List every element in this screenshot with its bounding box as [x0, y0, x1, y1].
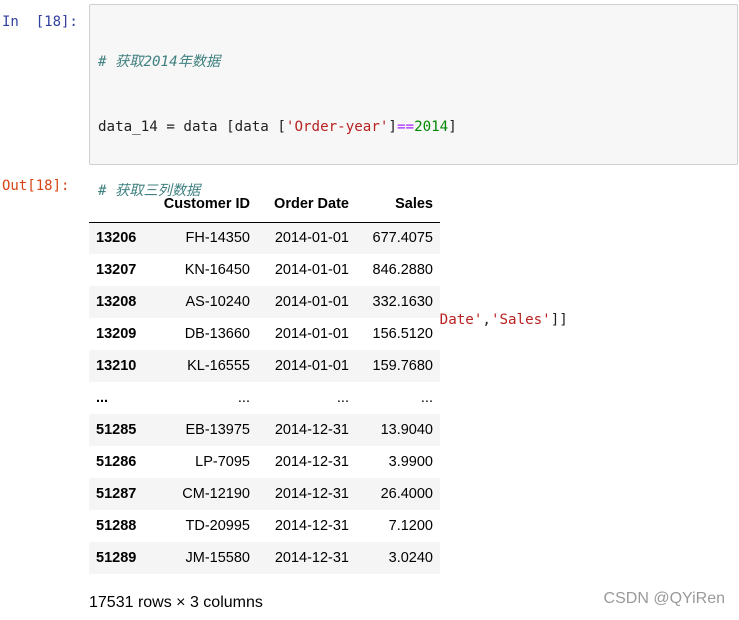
code-comment: # 获取2014年数据	[98, 54, 221, 70]
row-index: 51287	[96, 486, 137, 502]
cell-customer-id: JM-15580	[185, 550, 250, 566]
cell-order-date: 2014-01-01	[274, 262, 349, 278]
code-text: ]	[388, 118, 397, 135]
cell-sales: 677.4075	[372, 230, 433, 247]
cell-sales: 156.5120	[372, 326, 433, 342]
row-index: 51286	[96, 454, 137, 470]
row-index: 13207	[96, 262, 137, 278]
cell-order-date: 2014-01-01	[274, 326, 349, 342]
table-row: 51286 LP-7095 2014-12-31 3.9900	[89, 446, 440, 478]
cell-customer-id: EB-13975	[185, 422, 251, 438]
code-text: ]	[448, 118, 457, 135]
input-prompt: In [18]:	[2, 14, 78, 30]
table-row: ............	[89, 382, 440, 414]
cell-sales: 26.4000	[380, 486, 433, 502]
code-text: ,	[482, 312, 491, 328]
table-header-row: Customer ID Order Date Sales	[89, 186, 440, 223]
cell-sales: 159.7680	[372, 358, 433, 374]
code-cell-input[interactable]: # 获取2014年数据 data_14 = data [data ['Order…	[89, 4, 738, 393]
column-header-order-date: Order Date	[257, 186, 356, 223]
cell-customer-id: LP-7095	[195, 454, 250, 470]
code-number: 2014	[414, 118, 449, 135]
cell-customer-id: DB-13660	[184, 326, 250, 342]
code-text: ]]	[550, 312, 568, 328]
cell-order-date: 2014-01-01	[274, 358, 349, 374]
column-header-customer-id: Customer ID	[146, 186, 257, 223]
index-header	[89, 186, 146, 223]
table-row: 51289 JM-15580 2014-12-31 3.0240	[89, 542, 440, 574]
cell-customer-id: TD-20995	[185, 518, 250, 534]
row-index: 51289	[96, 550, 137, 566]
column-header-sales: Sales	[356, 186, 440, 223]
cell-order-date: 2014-12-31	[274, 518, 349, 534]
row-index: ...	[96, 390, 109, 406]
cell-sales: 3.0240	[388, 550, 433, 566]
cell-customer-id: KL-16555	[187, 358, 250, 374]
code-string: 'Sales'	[490, 312, 551, 328]
cell-customer-id: AS-10240	[185, 294, 251, 310]
row-index: 51285	[96, 422, 137, 438]
table-row: 51287 CM-12190 2014-12-31 26.4000	[89, 478, 440, 510]
code-string: 'Order-year'	[285, 118, 389, 135]
row-index: 51288	[96, 518, 137, 534]
table-row: 13206 FH-14350 2014-01-01 677.4075	[89, 222, 440, 254]
cell-sales: ...	[420, 390, 433, 406]
code-operator: ==	[396, 118, 415, 135]
cell-customer-id: ...	[237, 390, 250, 406]
cell-order-date: 2014-01-01	[274, 294, 349, 310]
cell-customer-id: KN-16450	[184, 262, 250, 278]
row-index: 13206	[96, 230, 137, 247]
row-index: 13210	[96, 358, 137, 374]
watermark: CSDN @QYiRen	[603, 590, 725, 607]
cell-order-date: 2014-12-31	[274, 454, 349, 470]
table-row: 13209 DB-13660 2014-01-01 156.5120	[89, 318, 440, 350]
cell-order-date: 2014-01-01	[274, 230, 349, 247]
cell-customer-id: FH-14350	[185, 230, 250, 247]
code-text: data_14 = data [data [	[98, 118, 286, 135]
output-prompt: Out[18]:	[2, 178, 70, 194]
table-row: 13207 KN-16450 2014-01-01 846.2880	[89, 254, 440, 286]
cell-sales: 332.1630	[372, 294, 433, 310]
cell-sales: 3.9900	[388, 454, 433, 470]
row-index: 13209	[96, 326, 137, 342]
dataframe-shape: 17531 rows × 3 columns	[89, 594, 263, 611]
cell-sales: 7.1200	[388, 518, 433, 534]
dataframe-table: Customer ID Order Date Sales 13206 FH-143…	[89, 186, 440, 574]
table-row: 51288 TD-20995 2014-12-31 7.1200	[89, 510, 440, 542]
cell-order-date: 2014-12-31	[274, 422, 349, 438]
cell-order-date: 2014-12-31	[274, 486, 349, 502]
row-index: 13208	[96, 294, 137, 310]
table-row: 13208 AS-10240 2014-01-01 332.1630	[89, 286, 440, 318]
table-row: 13210 KL-16555 2014-01-01 159.7680	[89, 350, 440, 382]
cell-customer-id: CM-12190	[182, 486, 250, 502]
cell-order-date: 2014-12-31	[274, 550, 349, 566]
cell-order-date: ...	[336, 390, 349, 406]
table-row: 51285 EB-13975 2014-12-31 13.9040	[89, 414, 440, 446]
cell-sales: 846.2880	[372, 262, 433, 278]
cell-sales: 13.9040	[380, 422, 433, 438]
cell-output: Customer ID Order Date Sales 13206 FH-143…	[89, 186, 440, 574]
